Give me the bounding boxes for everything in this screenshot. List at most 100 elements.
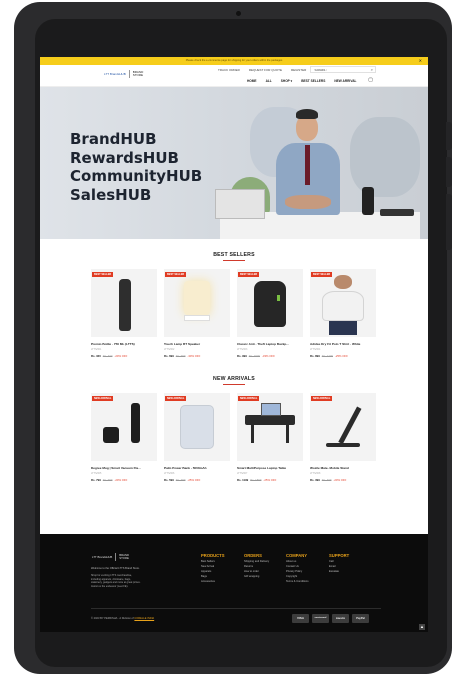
- footer-link[interactable]: About us: [286, 560, 309, 563]
- product-card[interactable]: NEW ARRIVAL Palm Power Bank - 5000mAh LT…: [164, 393, 230, 482]
- close-icon[interactable]: ✕: [419, 57, 422, 65]
- site-header: LTT BrandsHUB BRAND STORE TRACK ORDER REQ…: [40, 65, 428, 87]
- product-name[interactable]: Wozile Mate- Mobile Stand: [310, 466, 376, 470]
- product-name[interactable]: Smart MultiPurpose Laptop Table: [237, 466, 303, 470]
- product-price: Rs. 999 Rs. 1500 -33% OFF: [237, 354, 275, 358]
- product-name[interactable]: Palm Power Bank - 5000mAh: [164, 466, 230, 470]
- scroll-to-top-button[interactable]: ▲: [419, 624, 425, 630]
- search-icon[interactable]: ⌕: [371, 67, 373, 72]
- request-quote-link[interactable]: REQUEST FOR QUOTE: [249, 68, 282, 72]
- best-sellers-section: BEST SELLERS BEST SELLER Premio Bottle -…: [40, 252, 428, 369]
- product-card[interactable]: BEST SELLER Premio Bottle - 750 ML (LTTS…: [91, 269, 157, 358]
- product-name[interactable]: Classic Anti - Theft Laptop Backp...: [237, 342, 303, 346]
- product-code: LTTS/002: [164, 348, 175, 351]
- footer-link[interactable]: Returns: [244, 565, 269, 568]
- best-seller-badge: BEST SELLER: [165, 272, 187, 277]
- bottle-shape: [119, 279, 131, 331]
- product-card[interactable]: NEW ARRIVAL Degree Mug | Smart Vacuum Fl…: [91, 393, 157, 482]
- promo-bar: Please check the e-commerce page for shi…: [40, 57, 428, 65]
- footer-welcome: Welcome to the Official LTTS Brand Store…: [91, 567, 140, 570]
- search-input[interactable]: SEARCH ⌕: [310, 66, 376, 73]
- best-sellers-title: BEST SELLERS: [213, 252, 255, 258]
- notebook-image: [380, 209, 414, 216]
- footer-link[interactable]: Accessories: [201, 580, 225, 583]
- background-office-2: [350, 117, 420, 197]
- product-card[interactable]: NEW ARRIVAL Smart MultiPurpose Laptop Ta…: [237, 393, 303, 482]
- footer-description: Shop for exciting LTTS merchandise, incl…: [91, 574, 141, 588]
- footer-link[interactable]: Gift wrapping: [244, 575, 269, 578]
- new-arrival-badge: NEW ARRIVAL: [92, 396, 114, 401]
- best-seller-badge: BEST SELLER: [311, 272, 333, 277]
- footer-link[interactable]: Escalate: [329, 570, 349, 573]
- nav-new-arrival[interactable]: NEW ARRIVAL: [334, 79, 356, 83]
- product-price: Rs. 399 Rs. 499 -20% OFF: [310, 478, 347, 482]
- footer-logo-subtext: BRAND STORE: [119, 552, 130, 560]
- polo-shirt-shape: [322, 291, 364, 321]
- copyright-link[interactable]: CORELLE INDIA: [134, 617, 154, 620]
- product-card[interactable]: NEW ARRIVAL Wozile Mate- Mobile Stand LT…: [310, 393, 376, 482]
- product-code: LTTS/008: [310, 472, 321, 475]
- footer-link[interactable]: Call: [329, 560, 349, 563]
- cart-icon[interactable]: ▢: [368, 77, 373, 83]
- footer-link[interactable]: Privacy Policy: [286, 570, 309, 573]
- nav-shop[interactable]: SHOP ▾: [281, 79, 292, 83]
- nav-all[interactable]: ALL: [266, 79, 272, 83]
- copyright-text: © 2023 BY PERIKSHA · A Division of: [91, 617, 134, 620]
- model-head: [334, 275, 352, 289]
- footer-column-support: SUPPORT Call Email Escalate: [329, 553, 349, 573]
- visa-icon: VISA: [292, 614, 309, 623]
- footer-link[interactable]: How to order: [244, 570, 269, 573]
- maestro-icon: maestro: [332, 614, 349, 623]
- footer-link[interactable]: Contact Us: [286, 565, 309, 568]
- logo-divider: [128, 70, 130, 78]
- footer-link[interactable]: Best Sellers: [201, 560, 225, 563]
- person-hair: [296, 109, 318, 119]
- logo-text: LTT BrandsHUB: [104, 72, 126, 76]
- product-image[interactable]: BEST SELLER: [91, 269, 157, 337]
- tablet-screen: Please check the e-commerce page for shi…: [40, 57, 428, 632]
- new-arrivals-grid: NEW ARRIVAL Degree Mug | Smart Vacuum Fl…: [40, 385, 428, 493]
- product-card[interactable]: BEST SELLER Touch Lamp BT Speaker LTTS/0…: [164, 269, 230, 358]
- logo-subtext: BRAND STORE: [132, 69, 144, 77]
- product-image[interactable]: BEST SELLER: [310, 269, 376, 337]
- product-image[interactable]: BEST SELLER: [164, 269, 230, 337]
- nav-best-sellers[interactable]: BEST SELLERS: [301, 79, 325, 83]
- footer-link[interactable]: Terms & Conditions: [286, 580, 309, 583]
- best-seller-badge: BEST SELLER: [238, 272, 260, 277]
- footer-link[interactable]: Shipping and Delivery: [244, 560, 269, 563]
- product-image[interactable]: NEW ARRIVAL: [237, 393, 303, 461]
- footer-link[interactable]: New Arrival: [201, 565, 225, 568]
- product-name[interactable]: Touch Lamp BT Speaker: [164, 342, 230, 346]
- footer-link[interactable]: Copyright: [286, 575, 309, 578]
- person-hands: [285, 195, 331, 209]
- footer-logo[interactable]: LTT BrandsHUB BRAND STORE: [92, 553, 129, 561]
- footer-link[interactable]: Apparels: [201, 570, 225, 573]
- product-name[interactable]: Degree Mug | Smart Vacuum Fla...: [91, 466, 157, 470]
- product-image[interactable]: NEW ARRIVAL: [91, 393, 157, 461]
- new-arrivals-section: NEW ARRIVALS NEW ARRIVAL Degree Mug | Sm…: [40, 376, 428, 493]
- product-image[interactable]: BEST SELLER: [237, 269, 303, 337]
- footer-link[interactable]: Email: [329, 565, 349, 568]
- laptop-table-top: [245, 415, 295, 425]
- footer-link[interactable]: Bags: [201, 575, 225, 578]
- table-leg: [286, 425, 289, 443]
- hero-line-saleshub: SalesHUB: [70, 185, 152, 204]
- product-image[interactable]: NEW ARRIVAL: [310, 393, 376, 461]
- product-image[interactable]: NEW ARRIVAL: [164, 393, 230, 461]
- product-price: Rs. 1199 Rs. 1599 -25% OFF: [237, 478, 277, 482]
- new-arrivals-title: NEW ARRIVALS: [213, 376, 255, 382]
- register-link[interactable]: REGISTER: [291, 68, 306, 72]
- footer-column-title: ORDERS: [244, 553, 262, 558]
- product-card[interactable]: BEST SELLER Adidas Dry Fit Polo T Shirt …: [310, 269, 376, 358]
- product-name[interactable]: Adidas Dry Fit Polo T Shirt - White: [310, 342, 376, 346]
- site-logo[interactable]: LTT BrandsHUB BRAND STORE: [104, 70, 143, 78]
- product-name[interactable]: Premio Bottle - 750 ML (LTTS): [91, 342, 157, 346]
- track-order-link[interactable]: TRACK ORDER: [218, 68, 240, 72]
- nav-home[interactable]: HOME: [247, 79, 257, 83]
- camera-dot: [236, 11, 241, 16]
- footer-divider: [91, 608, 381, 609]
- footer-column-title: PRODUCTS: [201, 553, 225, 558]
- footer-copyright: © 2023 BY PERIKSHA · A Division of COREL…: [91, 617, 154, 620]
- product-card[interactable]: BEST SELLER Classic Anti - Theft Laptop …: [237, 269, 303, 358]
- product-code: LTTS/006: [164, 472, 175, 475]
